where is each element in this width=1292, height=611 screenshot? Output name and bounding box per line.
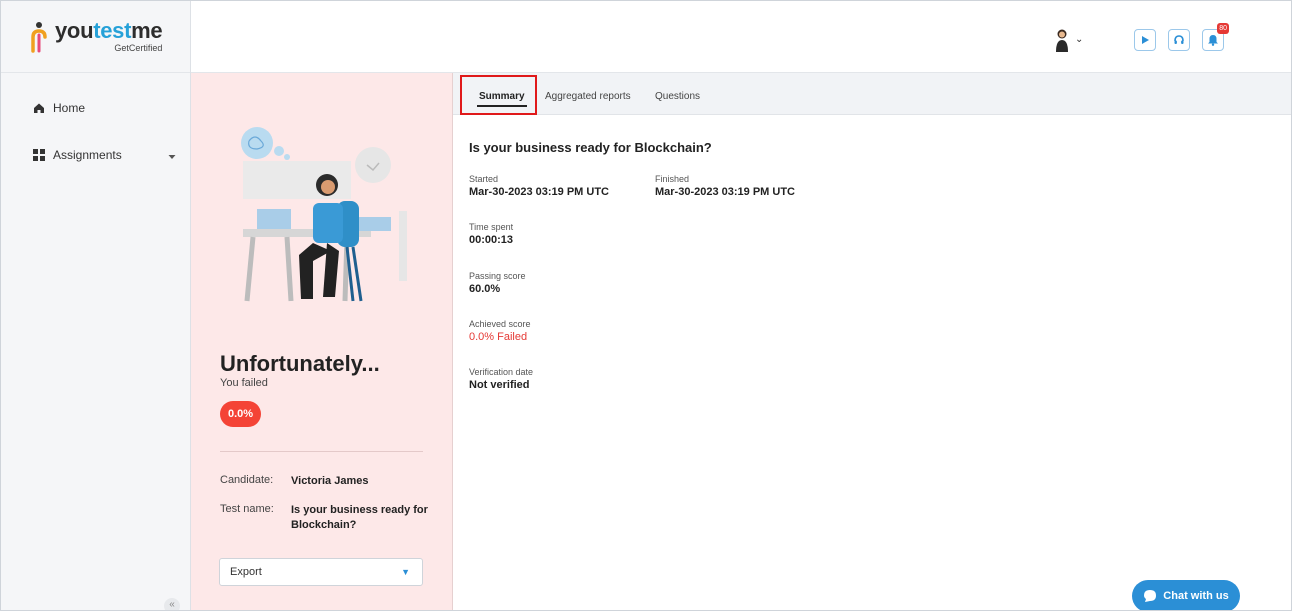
test-title: Is your business ready for Blockchain? bbox=[469, 140, 712, 155]
chevron-down-icon[interactable] bbox=[168, 149, 176, 163]
chat-bubble-icon bbox=[1144, 590, 1157, 602]
brand-subtitle: GetCertified bbox=[114, 43, 163, 53]
achieved-score-label: Achieved score bbox=[469, 319, 531, 329]
result-panel: Unfortunately... You failed 0.0% Candida… bbox=[191, 73, 453, 610]
user-avatar-icon[interactable] bbox=[1053, 28, 1071, 52]
notifications-button[interactable]: 80 bbox=[1202, 23, 1229, 51]
verification-label: Verification date bbox=[469, 367, 534, 377]
failed-illustration bbox=[241, 127, 407, 302]
started-label: Started bbox=[469, 174, 499, 184]
assignments-icon bbox=[31, 147, 47, 163]
passing-score-label: Passing score bbox=[469, 271, 526, 281]
started-value: Mar-30-2023 03:19 PM UTC bbox=[469, 186, 610, 198]
test-name-value: Is your business ready for Blockchain? bbox=[291, 504, 428, 531]
achieved-score-value: 0.0% Failed bbox=[469, 331, 528, 343]
app-window: youtestme GetCertified Home Assignments … bbox=[0, 0, 1292, 611]
time-spent-value: 00:00:13 bbox=[469, 234, 514, 246]
result-headline: Unfortunately... bbox=[220, 351, 380, 376]
collapse-sidebar-button[interactable]: « bbox=[164, 598, 180, 610]
chat-with-us-button[interactable]: Chat with us bbox=[1132, 580, 1240, 610]
verification-value: Not verified bbox=[469, 379, 530, 391]
test-name-row: Test name: Is your business ready for Bl… bbox=[220, 503, 431, 533]
sidebar-item-home[interactable]: Home bbox=[31, 100, 176, 116]
passing-score-field: Passing score 60.0% bbox=[469, 271, 526, 295]
notification-count-badge: 80 bbox=[1217, 23, 1229, 34]
brand-logo[interactable]: youtestme GetCertified bbox=[1, 1, 190, 73]
sidebar-item-assignments[interactable]: Assignments bbox=[31, 147, 176, 163]
finished-value: Mar-30-2023 03:19 PM UTC bbox=[655, 186, 796, 198]
sidebar: youtestme GetCertified Home Assignments … bbox=[1, 1, 191, 610]
achieved-score-field: Achieved score 0.0% Failed bbox=[469, 319, 531, 343]
export-dropdown[interactable]: Export ▼ bbox=[219, 558, 423, 586]
sidebar-item-label: Assignments bbox=[53, 148, 122, 162]
score-badge: 0.0% bbox=[220, 401, 262, 427]
finished-label: Finished bbox=[655, 174, 690, 184]
report-tabs: Summary Aggregated reports Questions bbox=[453, 73, 1291, 115]
time-spent-label: Time spent bbox=[469, 222, 514, 232]
export-label: Export bbox=[230, 566, 262, 578]
result-status-text: You failed bbox=[220, 377, 268, 389]
sidebar-item-label: Home bbox=[53, 101, 86, 115]
verification-field: Verification date Not verified bbox=[469, 367, 533, 391]
headset-icon bbox=[1174, 35, 1184, 44]
chevron-down-icon[interactable]: ⌄ bbox=[1075, 34, 1083, 45]
home-icon bbox=[31, 100, 47, 116]
passing-score-value: 60.0% bbox=[469, 283, 501, 295]
brand-name: youtestme bbox=[55, 18, 163, 43]
candidate-row: Candidate: Victoria James bbox=[220, 474, 431, 489]
divider bbox=[220, 451, 423, 452]
tab-aggregated-reports[interactable]: Aggregated reports bbox=[545, 73, 631, 115]
top-bar bbox=[191, 1, 1291, 73]
candidate-label: Candidate: bbox=[220, 474, 274, 486]
started-field: Started Mar-30-2023 03:19 PM UTC bbox=[469, 174, 609, 198]
summary-tab-highlight bbox=[460, 75, 537, 115]
chevron-down-icon: ▼ bbox=[401, 567, 410, 577]
support-button[interactable] bbox=[1168, 29, 1190, 51]
tab-questions[interactable]: Questions bbox=[655, 73, 700, 115]
play-icon bbox=[1142, 36, 1149, 44]
finished-field: Finished Mar-30-2023 03:19 PM UTC bbox=[655, 174, 795, 198]
test-name-label: Test name: bbox=[220, 503, 274, 515]
chat-label: Chat with us bbox=[1163, 590, 1229, 602]
candidate-value: Victoria James bbox=[291, 475, 369, 487]
play-button[interactable] bbox=[1134, 29, 1156, 51]
bell-icon bbox=[1208, 35, 1218, 46]
logo-figure-icon bbox=[31, 21, 47, 53]
time-spent-field: Time spent 00:00:13 bbox=[469, 222, 513, 246]
